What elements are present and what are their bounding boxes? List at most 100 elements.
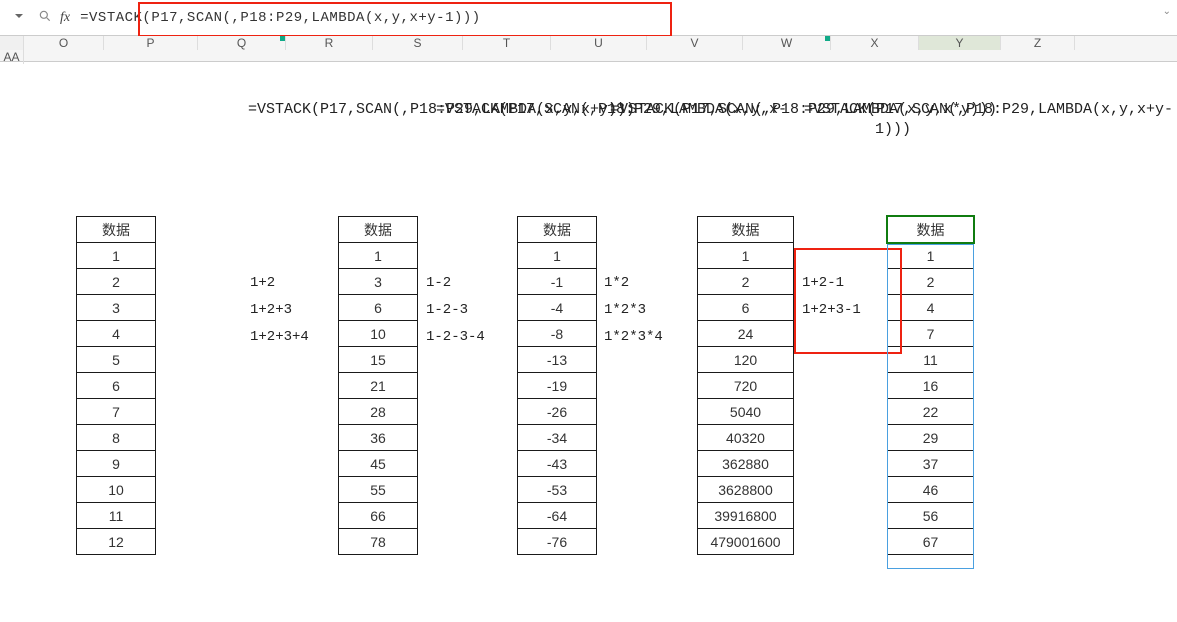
cell[interactable]: 3628800 xyxy=(698,477,794,503)
cell[interactable]: 1 xyxy=(698,243,794,269)
cell[interactable]: 9 xyxy=(77,451,156,477)
cell[interactable]: 7 xyxy=(888,321,974,347)
cell[interactable]: 362880 xyxy=(698,451,794,477)
col-y-header: 数据 xyxy=(888,217,974,243)
annot-x1: 1+2-1 xyxy=(802,275,844,291)
col-header-R[interactable]: R xyxy=(286,36,373,50)
cell[interactable]: 12 xyxy=(77,529,156,555)
cell[interactable]: 2 xyxy=(698,269,794,295)
cell[interactable]: 8 xyxy=(77,425,156,451)
cell[interactable]: 6 xyxy=(698,295,794,321)
cell[interactable]: 56 xyxy=(888,503,974,529)
cell[interactable]: 28 xyxy=(339,399,418,425)
cell[interactable]: -8 xyxy=(518,321,597,347)
sheet-body[interactable]: =VSTACK(P17,SCAN(,P18:P29,LAMBDA(x,y,x+y… xyxy=(0,62,1177,622)
name-box[interactable] xyxy=(8,9,30,26)
col-header-S[interactable]: S xyxy=(373,36,463,50)
cell[interactable]: -1 xyxy=(518,269,597,295)
cell[interactable]: 10 xyxy=(77,477,156,503)
cell[interactable]: -53 xyxy=(518,477,597,503)
formula-label-u: =VSTACK(P17,SCAN(,P18:P29,LAMBDA(x,y,x- xyxy=(436,100,608,120)
table-p: 数据 1 2 3 4 5 6 7 8 9 10 11 12 xyxy=(76,216,156,555)
cell[interactable]: 7 xyxy=(77,399,156,425)
cell[interactable]: 29 xyxy=(888,425,974,451)
cell[interactable]: 2 xyxy=(77,269,156,295)
cell[interactable]: -64 xyxy=(518,503,597,529)
cell[interactable]: 5 xyxy=(77,347,156,373)
cell[interactable]: 6 xyxy=(77,373,156,399)
annot-v3: 1*2*3*4 xyxy=(604,329,663,345)
cell[interactable]: 22 xyxy=(888,399,974,425)
cell[interactable]: -34 xyxy=(518,425,597,451)
cell[interactable]: -26 xyxy=(518,399,597,425)
cell[interactable]: 46 xyxy=(888,477,974,503)
search-icon[interactable] xyxy=(38,9,52,26)
cell[interactable]: -4 xyxy=(518,295,597,321)
cell[interactable]: 40320 xyxy=(698,425,794,451)
cell[interactable]: 4 xyxy=(77,321,156,347)
column-headers: O P Q R S T U V W X Y Z AA xyxy=(0,36,1177,62)
cell[interactable]: 6 xyxy=(339,295,418,321)
cell[interactable]: -43 xyxy=(518,451,597,477)
cell[interactable]: 45 xyxy=(339,451,418,477)
cell[interactable]: 2 xyxy=(888,269,974,295)
col-u-header: 数据 xyxy=(518,217,597,243)
col-header-W[interactable]: W xyxy=(743,36,831,50)
cell[interactable]: 78 xyxy=(339,529,418,555)
cell[interactable]: 66 xyxy=(339,503,418,529)
annot-t2: 1-2-3 xyxy=(426,302,468,318)
col-header-Y[interactable]: Y xyxy=(919,36,1001,50)
cell[interactable]: 37 xyxy=(888,451,974,477)
chevron-down-icon xyxy=(14,11,24,24)
cell[interactable]: 720 xyxy=(698,373,794,399)
cell[interactable]: -76 xyxy=(518,529,597,555)
table-u: 数据 1 -1 -4 -8 -13 -19 -26 -34 -43 -53 -6… xyxy=(517,216,597,555)
cell[interactable]: 1 xyxy=(339,243,418,269)
cell[interactable]: 39916800 xyxy=(698,503,794,529)
col-header-V[interactable]: V xyxy=(647,36,743,50)
cell[interactable]: 16 xyxy=(888,373,974,399)
cell[interactable]: 21 xyxy=(339,373,418,399)
col-p-header: 数据 xyxy=(77,217,156,243)
cell[interactable]: 1 xyxy=(888,243,974,269)
cell[interactable]: 11 xyxy=(77,503,156,529)
table-y: 数据 1 2 4 7 11 16 22 29 37 46 56 67 xyxy=(887,216,974,555)
cell[interactable]: 1 xyxy=(77,243,156,269)
formula-expand-icon[interactable]: ⌄ xyxy=(1163,6,1171,17)
annot-t1: 1-2 xyxy=(426,275,451,291)
cell[interactable]: 4 xyxy=(888,295,974,321)
cell[interactable]: 479001600 xyxy=(698,529,794,555)
cell[interactable]: 5040 xyxy=(698,399,794,425)
fx-icon[interactable]: fx xyxy=(60,10,70,26)
formula-bar: fx ⌄ xyxy=(0,0,1177,36)
formula-input[interactable] xyxy=(80,10,1169,26)
cell[interactable]: 3 xyxy=(77,295,156,321)
cell[interactable]: 67 xyxy=(888,529,974,555)
table-s: 数据 1 3 6 10 15 21 28 36 45 55 66 78 xyxy=(338,216,418,555)
col-header-X[interactable]: X xyxy=(831,36,919,50)
table-w: 数据 1 2 6 24 120 720 5040 40320 362880 36… xyxy=(697,216,794,555)
cell[interactable]: 55 xyxy=(339,477,418,503)
highlight-annot-box xyxy=(794,248,902,354)
cell[interactable]: -13 xyxy=(518,347,597,373)
cell[interactable]: 1 xyxy=(518,243,597,269)
cell[interactable]: -19 xyxy=(518,373,597,399)
cell[interactable]: 120 xyxy=(698,347,794,373)
col-w-header: 数据 xyxy=(698,217,794,243)
cell[interactable]: 3 xyxy=(339,269,418,295)
select-all-corner[interactable] xyxy=(0,36,24,50)
cell[interactable]: 10 xyxy=(339,321,418,347)
col-header-T[interactable]: T xyxy=(463,36,551,50)
col-header-U[interactable]: U xyxy=(551,36,647,50)
cell[interactable]: 11 xyxy=(888,347,974,373)
cell[interactable]: 24 xyxy=(698,321,794,347)
col-header-Q[interactable]: Q xyxy=(198,36,286,50)
col-header-P[interactable]: P xyxy=(104,36,198,50)
formula-label-y: =VSTACK(P17,SCAN(,P18:P29,LAMBDA(x,y,x+y… xyxy=(804,100,982,140)
annot-r2: 1+2+3 xyxy=(250,302,292,318)
cell[interactable]: 36 xyxy=(339,425,418,451)
grid: O P Q R S T U V W X Y Z AA =VSTACK(P17,S… xyxy=(0,36,1177,622)
cell[interactable]: 15 xyxy=(339,347,418,373)
col-header-Z[interactable]: Z xyxy=(1001,36,1075,50)
col-header-O[interactable]: O xyxy=(24,36,104,50)
